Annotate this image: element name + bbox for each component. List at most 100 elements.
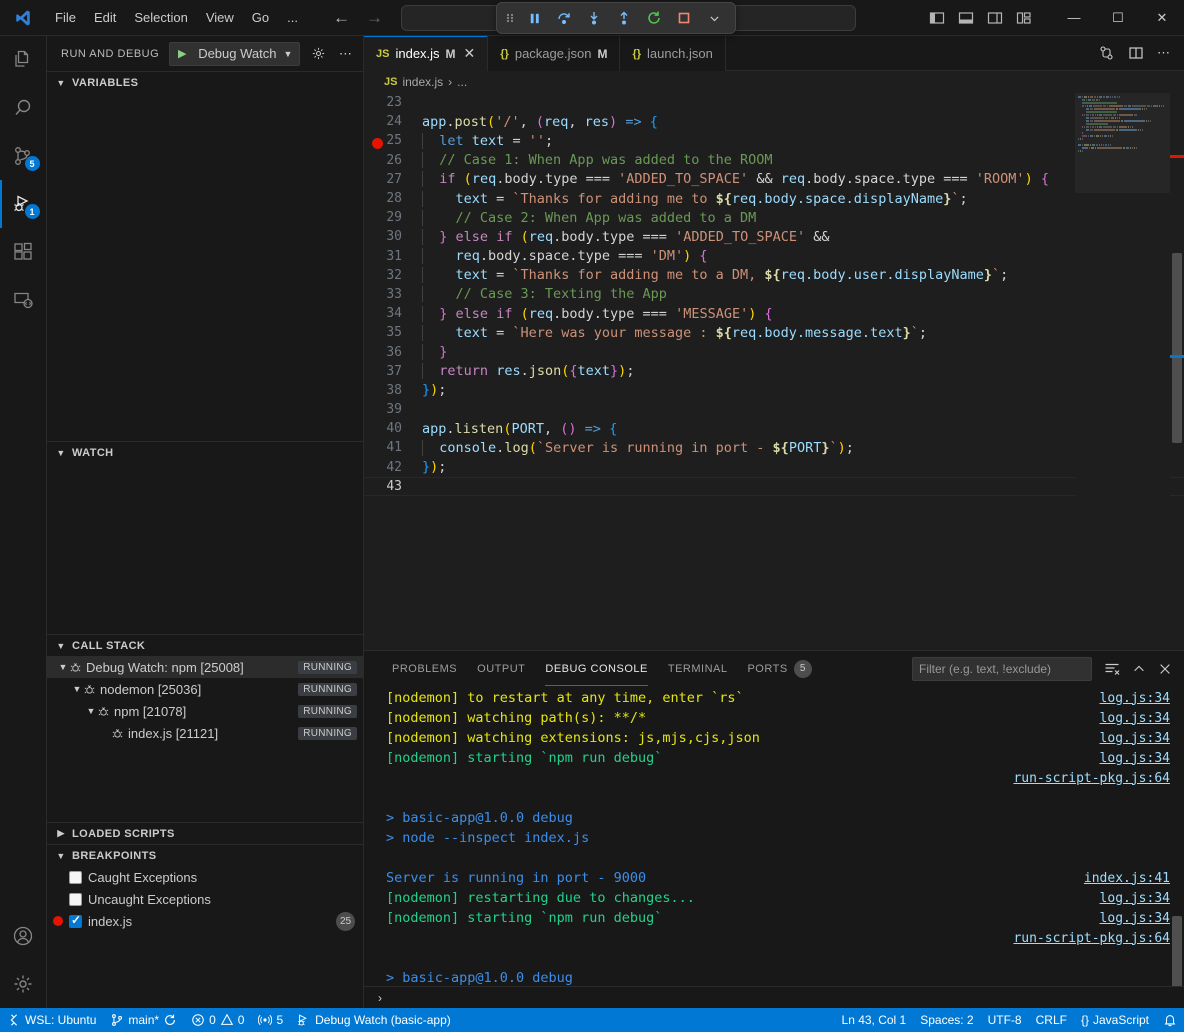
chevron-down-icon[interactable]: ▼ [71,684,83,694]
close-icon[interactable]: ✕ [464,45,476,62]
chevron-down-icon[interactable] [701,6,727,30]
minimap[interactable] [1075,93,1170,650]
activitybar-item-run-and-debug[interactable]: 1 [0,180,47,228]
callstack-row-nodemon[interactable]: ▼ nodemon [25036] RUNNING [47,678,363,700]
editor-tab-launch-json[interactable]: {} launch.json [620,36,725,71]
breakpoint-row-indexjs[interactable]: index.js 25 [47,910,363,932]
callstack-row-indexjs[interactable]: index.js [21121] RUNNING [47,722,363,744]
panel-tab-terminal[interactable]: TERMINAL [658,651,738,686]
console-filter-input[interactable]: Filter (e.g. text, !exclude) [912,657,1092,681]
code-line[interactable]: 43 [364,477,1184,496]
minimap-slider[interactable] [1075,93,1170,193]
code-text[interactable]: text = `Here was your message : ${req.bo… [420,325,927,341]
console-source-link[interactable]: index.js:41 [1084,871,1184,886]
run-and-debug-editor-icon[interactable] [1099,45,1115,61]
code-text[interactable]: app.post('/', (req, res) => { [420,114,658,130]
code-line[interactable]: 28 text = `Thanks for adding me to ${req… [364,189,1184,208]
menu-view[interactable]: View [197,6,243,29]
callstack-row-npm[interactable]: ▼ npm [21078] RUNNING [47,700,363,722]
editor-tab-package-json[interactable]: {} package.json M [488,36,620,71]
line-number[interactable]: 37 [364,364,420,379]
code-text[interactable]: let text = ''; [420,133,553,149]
sidebar-more-actions-icon[interactable]: ⋯ [336,46,355,62]
status-eol[interactable]: CRLF [1029,1008,1074,1032]
status-cursor-position[interactable]: Ln 43, Col 1 [835,1008,914,1032]
activitybar-item-manage[interactable] [0,960,47,1008]
code-text[interactable]: } [420,344,447,360]
line-number[interactable]: 42 [364,460,420,475]
line-number[interactable]: 31 [364,249,420,264]
line-number[interactable]: 33 [364,287,420,302]
line-number[interactable]: 26 [364,153,420,168]
code-text[interactable]: if (req.body.type === 'ADDED_TO_SPACE' &… [420,171,1049,187]
menu-go[interactable]: Go [243,6,278,29]
line-number[interactable]: 43 [364,479,420,494]
status-remote-host[interactable]: WSL: Ubuntu [0,1008,103,1032]
maximize-button[interactable]: ☐ [1096,0,1140,36]
chevron-down-icon[interactable]: ▼ [85,706,97,716]
line-number[interactable]: 41 [364,440,420,455]
code-line[interactable]: 36 } [364,342,1184,361]
activitybar-item-remote-explorer[interactable] [0,276,47,324]
line-number[interactable]: 38 [364,383,420,398]
collapse-panel-icon[interactable] [1132,662,1146,676]
scrollbar-thumb[interactable] [1172,253,1182,443]
breakpoint-row-uncaught[interactable]: Uncaught Exceptions [47,888,363,910]
code-text[interactable]: text = `Thanks for adding me to ${req.bo… [420,191,968,207]
code-line[interactable]: 32 text = `Thanks for adding me to a DM,… [364,266,1184,285]
editor-vertical-scrollbar[interactable] [1170,93,1184,650]
activitybar-item-search[interactable] [0,84,47,132]
arrow-right-icon[interactable]: → [366,9,383,26]
code-line[interactable]: 27 if (req.body.type === 'ADDED_TO_SPACE… [364,170,1184,189]
stop-button[interactable] [671,6,697,30]
more-actions-icon[interactable]: ⋯ [1157,45,1170,61]
menu-edit[interactable]: Edit [85,6,125,29]
code-line[interactable]: 40app.listen(PORT, () => { [364,419,1184,438]
code-text[interactable]: }); [420,459,446,475]
breadcrumb-file[interactable]: index.js [402,75,443,89]
pane-header-loaded-scripts[interactable]: ▶ LOADED SCRIPTS [47,822,363,844]
close-button[interactable]: ✕ [1140,0,1184,36]
code-line[interactable]: 30 } else if (req.body.type === 'ADDED_T… [364,227,1184,246]
checkbox[interactable] [69,915,82,928]
line-number[interactable]: 28 [364,191,420,206]
code-text[interactable]: text = `Thanks for adding me to a DM, ${… [420,267,1008,283]
code-line[interactable]: 25 let text = ''; [364,131,1184,150]
code-line[interactable]: 24app.post('/', (req, res) => { [364,112,1184,131]
activitybar-item-explorer[interactable] [0,36,47,84]
line-number[interactable]: 23 [364,95,420,110]
line-number[interactable]: 25 [364,133,420,148]
panel-tab-problems[interactable]: PROBLEMS [382,651,467,686]
breakpoint-row-caught[interactable]: Caught Exceptions [47,866,363,888]
code-line[interactable]: 26 // Case 1: When App was added to the … [364,151,1184,170]
line-number[interactable]: 32 [364,268,420,283]
debug-console-input[interactable]: › [364,986,1184,1008]
chevron-down-icon[interactable]: ▼ [57,662,69,672]
line-number[interactable]: 39 [364,402,420,417]
scrollbar-thumb[interactable] [1172,916,1182,986]
status-problems[interactable]: 0 0 [184,1008,251,1032]
code-text[interactable]: return res.json({text}); [420,363,634,379]
line-number[interactable]: 35 [364,325,420,340]
code-text[interactable]: // Case 2: When App was added to a DM [420,210,756,226]
open-launch-settings-icon[interactable] [308,46,327,61]
step-out-button[interactable] [611,6,637,30]
menu-more[interactable]: ... [278,6,307,29]
launch-config-dropdown[interactable]: ▶ Debug Watch ▼ [169,42,300,66]
split-editor-icon[interactable] [1128,45,1144,61]
toggle-secondary-sidebar-icon[interactable] [987,10,1003,26]
console-scrollbar[interactable] [1170,686,1184,986]
restart-button[interactable] [641,6,667,30]
code-line[interactable]: 38}); [364,381,1184,400]
checkbox[interactable] [69,893,82,906]
code-text[interactable]: console.log(`Server is running in port -… [420,440,854,456]
panel-tab-ports[interactable]: PORTS 5 [737,651,821,686]
code-text[interactable]: // Case 1: When App was added to the ROO… [420,152,773,168]
editor-tab-index-js[interactable]: JS index.js M ✕ [364,36,488,71]
code-line[interactable]: 29 // Case 2: When App was added to a DM [364,208,1184,227]
code-line[interactable]: 33 // Case 3: Texting the App [364,285,1184,304]
code-line[interactable]: 23 [364,93,1184,112]
arrow-left-icon[interactable]: ← [333,9,350,26]
status-debug-session[interactable]: Debug Watch (basic-app) [290,1008,458,1032]
close-panel-icon[interactable] [1158,662,1172,676]
